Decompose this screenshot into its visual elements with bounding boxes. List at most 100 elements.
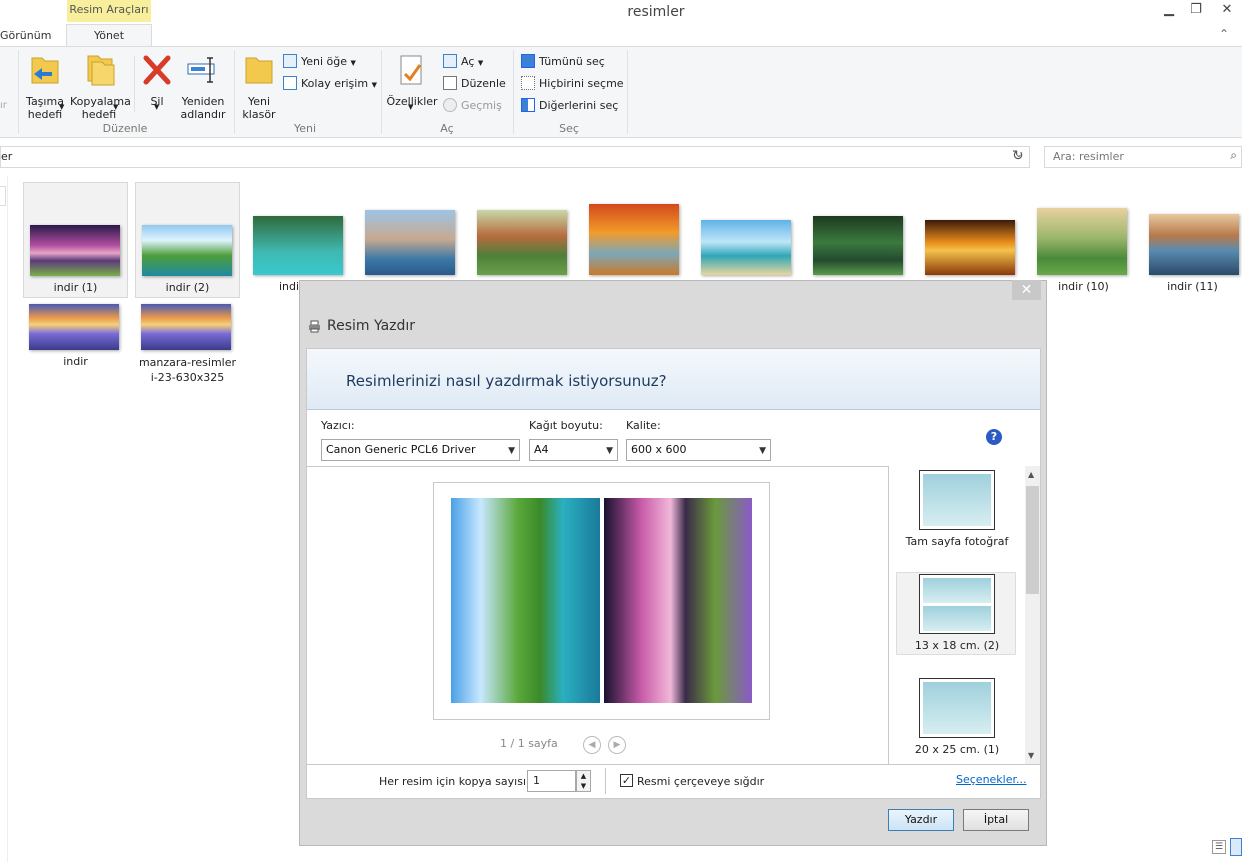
print-button[interactable]: Yazdır	[888, 809, 954, 831]
layout-thumbnail	[919, 678, 995, 738]
details-view-icon[interactable]: ☰	[1212, 840, 1226, 854]
new-item-button[interactable]: Yeni öğe ▼	[283, 53, 356, 71]
copies-input[interactable]: 1	[527, 770, 576, 792]
dialog-question: Resimlerinizi nasıl yazdırmak istiyorsun…	[346, 372, 667, 390]
ribbon-separator	[513, 50, 514, 134]
history-button[interactable]: Geçmiş	[443, 97, 502, 115]
address-bar[interactable]: er ⌄	[0, 146, 1030, 168]
scrollbar-thumb[interactable]	[1026, 486, 1039, 594]
easy-access-icon	[283, 76, 297, 90]
large-icons-view-icon[interactable]	[1230, 838, 1242, 856]
group-label-yeni: Yeni	[293, 122, 317, 135]
layout-option[interactable]: Tam sayfa fotoğraf	[889, 470, 1025, 548]
prev-page-button[interactable]: ◀	[583, 736, 601, 754]
file-item[interactable]: indir	[23, 300, 128, 390]
close-button[interactable]: ✕	[1212, 2, 1242, 20]
invert-selection-icon	[521, 98, 535, 112]
rename-button[interactable]: Yeniden adlandır	[178, 52, 228, 121]
select-none-button[interactable]: Hiçbirini seçme	[521, 75, 624, 93]
refresh-icon[interactable]: ↻	[1012, 148, 1024, 164]
thumbnail-image	[1149, 214, 1239, 275]
edit-button[interactable]: Düzenle	[443, 75, 506, 93]
file-item[interactable]: indir (2)	[135, 182, 240, 298]
address-path: er	[1, 150, 13, 163]
copies-value: 1	[533, 774, 540, 787]
tab-gorunum[interactable]: Görünüm	[0, 29, 51, 42]
select-all-button[interactable]: Tümünü seç	[521, 53, 605, 71]
delete-button[interactable]: Sil	[138, 52, 176, 108]
context-tab-header: Resim Araçları	[67, 0, 151, 22]
copies-spinner[interactable]: ▲ ▼	[576, 770, 591, 792]
window-title: resimler	[627, 4, 685, 20]
open-button[interactable]: Aç ▼	[443, 53, 483, 71]
paper-size-label: Kağıt boyutu:	[529, 419, 603, 432]
layout-option[interactable]: 20 x 25 cm. (1)	[889, 678, 1025, 756]
tab-yonet[interactable]: Yönet	[66, 24, 152, 47]
printer-select[interactable]: Canon Generic PCL6 Driver ▼	[321, 439, 520, 461]
printer-value: Canon Generic PCL6 Driver	[326, 443, 476, 456]
cancel-button[interactable]: İptal	[963, 809, 1029, 831]
ribbon-tabs	[0, 24, 1242, 46]
collapse-ribbon-icon[interactable]: ⌃	[1219, 27, 1229, 41]
dialog-close-button[interactable]: ✕	[1012, 280, 1041, 300]
next-page-button[interactable]: ▶	[608, 736, 626, 754]
scroll-up-icon[interactable]: ▲	[1028, 470, 1034, 479]
copy-to-icon	[87, 55, 115, 86]
group-label-ac: Aç	[440, 122, 454, 135]
history-icon	[443, 98, 457, 112]
options-link[interactable]: Seçenekler...	[956, 773, 1027, 786]
invert-selection-label: Diğerlerini seç	[539, 99, 619, 112]
thumbnail-image	[253, 216, 343, 275]
rename-label: Yeniden adlandır	[180, 95, 226, 121]
easy-access-button[interactable]: Kolay erişim ▼	[283, 75, 377, 93]
file-item[interactable]: indir (11)	[1143, 182, 1242, 298]
chevron-down-icon: ▼	[759, 446, 766, 456]
new-item-icon	[283, 54, 297, 68]
select-none-icon	[521, 76, 535, 90]
page-indicator: 1 / 1 sayfa	[500, 737, 558, 750]
search-input[interactable]: Ara: resimler ⌕	[1044, 146, 1242, 168]
layout-label: Tam sayfa fotoğraf	[905, 535, 1009, 548]
rename-icon	[187, 57, 215, 83]
delete-icon	[143, 55, 171, 85]
chevron-down-icon: ▼	[350, 59, 356, 67]
file-name: indir (11)	[1167, 280, 1218, 293]
ribbon-separator	[627, 50, 628, 134]
file-item[interactable]: indir (1)	[23, 182, 128, 298]
thumbnail-image	[142, 225, 232, 276]
properties-button[interactable]: Özellikler	[386, 52, 438, 108]
thumbnail-image	[701, 220, 791, 275]
properties-icon	[400, 55, 422, 85]
open-label: Aç	[461, 55, 475, 68]
ribbon-separator	[381, 50, 382, 134]
new-folder-button[interactable]: Yeni klasör	[238, 52, 280, 121]
quality-select[interactable]: 600 x 600 ▼	[626, 439, 771, 461]
chevron-down-icon: ▼	[59, 103, 65, 111]
copy-to-button[interactable]: Kopyalama hedefi	[70, 52, 131, 121]
select-all-icon	[521, 54, 535, 68]
paper-size-select[interactable]: A4 ▼	[529, 439, 618, 461]
thumbnail-image	[589, 204, 679, 275]
thumbnail-image	[141, 304, 231, 350]
scroll-down-icon[interactable]: ▼	[1028, 751, 1034, 760]
invert-selection-button[interactable]: Diğerlerini seç	[521, 97, 618, 115]
minimize-button[interactable]: ▁	[1155, 2, 1183, 20]
help-icon[interactable]: ?	[986, 429, 1002, 445]
fit-checkbox[interactable]: ✓	[620, 774, 633, 787]
chevron-down-icon: ▼	[477, 59, 484, 67]
easy-access-label: Kolay erişim	[301, 77, 369, 90]
thumbnail-image	[813, 216, 903, 275]
preview-image-2	[604, 498, 752, 703]
fit-label: Resmi çerçeveye sığdır	[637, 775, 765, 788]
ribbon-separator	[234, 50, 235, 134]
history-label: Geçmiş	[461, 99, 502, 112]
layout-option[interactable]: 13 x 18 cm. (2)	[889, 574, 1025, 652]
file-item[interactable]: manzara-resimler i-23-630x325	[135, 300, 240, 390]
copy-to-label: Kopyalama hedefi	[70, 95, 131, 121]
group-label-duzenle: Düzenle	[102, 122, 148, 135]
chevron-down-icon: ▼	[113, 103, 119, 111]
thumbnail-image	[925, 220, 1015, 275]
restore-button[interactable]: ❐	[1182, 2, 1210, 20]
quality-label: Kalite:	[626, 419, 661, 432]
select-none-label: Hiçbirini seçme	[539, 77, 624, 90]
